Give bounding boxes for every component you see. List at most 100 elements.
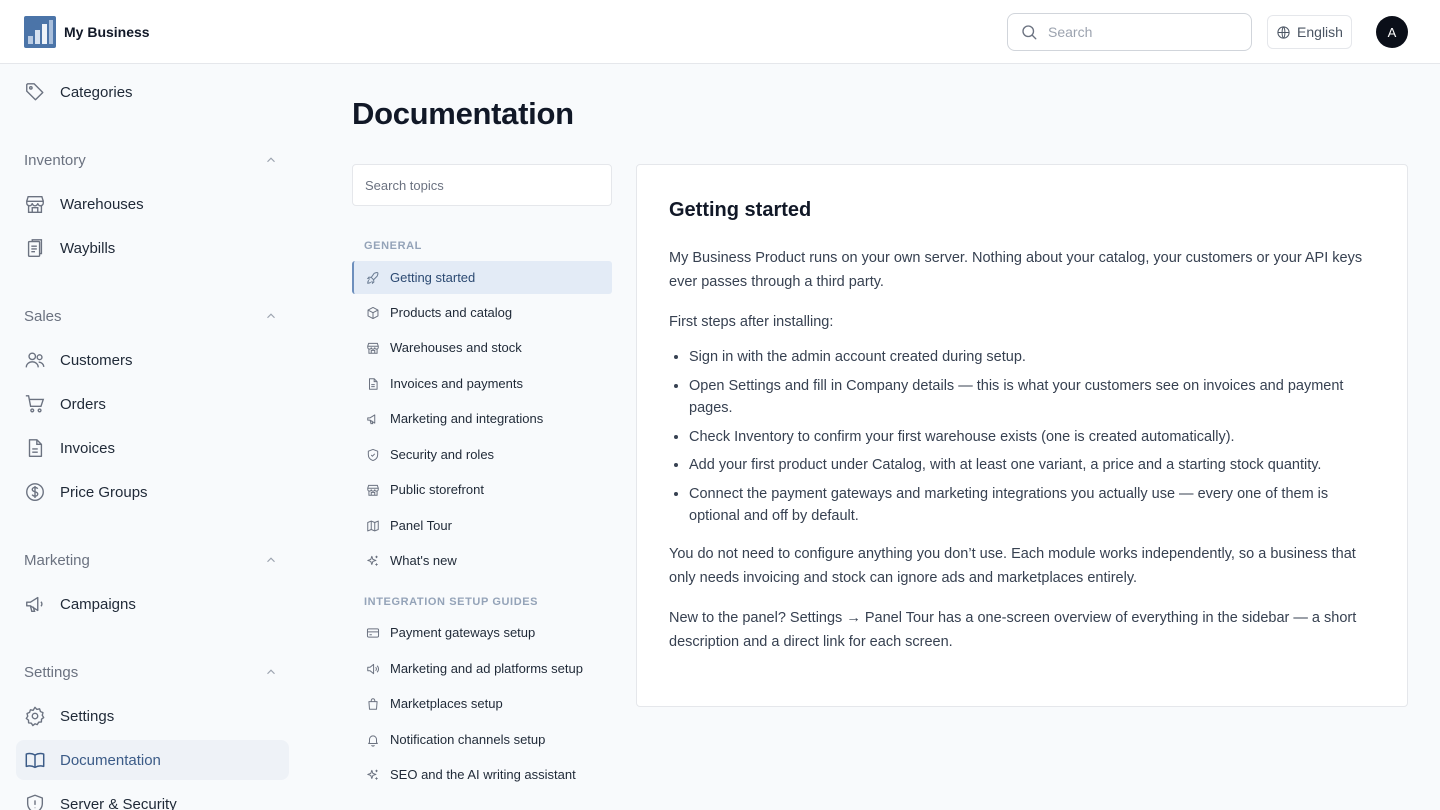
sidebar-group-settings[interactable]: Settings bbox=[24, 660, 278, 684]
article-steps-heading: First steps after installing: bbox=[669, 314, 834, 330]
sidebar-item-label: Orders bbox=[60, 395, 106, 413]
topic-label: Getting started bbox=[390, 270, 476, 285]
documents-icon bbox=[27, 239, 43, 257]
topic-notification-channels-setup[interactable]: Notification channels setup bbox=[352, 723, 612, 756]
dollar-circle-icon bbox=[26, 483, 44, 501]
steps-list: Sign in with the admin account created d… bbox=[689, 346, 1375, 528]
topic-whats-new[interactable]: What's new bbox=[352, 544, 612, 577]
article-paragraph: New to the panel? Settings → Panel Tour … bbox=[669, 609, 1357, 650]
sidebar-item-invoices[interactable]: Invoices bbox=[16, 428, 289, 468]
sidebar-item-label: Campaigns bbox=[60, 595, 136, 613]
warehouse-icon bbox=[26, 195, 44, 213]
sidebar-item-label: Customers bbox=[60, 351, 133, 369]
topic-label: Marketing and integrations bbox=[390, 411, 544, 426]
sidebar-item-label: Price Groups bbox=[60, 483, 148, 501]
topic-payment-gateways-setup[interactable]: Payment gateways setup bbox=[352, 616, 612, 649]
chevron-up-icon bbox=[267, 157, 275, 163]
sidebar-item-settings[interactable]: Settings bbox=[16, 696, 289, 736]
group-label: Inventory bbox=[24, 151, 86, 169]
article-title: Getting started bbox=[669, 199, 812, 221]
topic-label: Warehouses and stock bbox=[390, 340, 522, 355]
list-item: Connect the payment gateways and marketi… bbox=[689, 483, 1375, 528]
gear-icon bbox=[25, 706, 45, 727]
topic-search[interactable] bbox=[352, 164, 612, 206]
topic-marketing-ad-platforms-setup[interactable]: Marketing and ad platforms setup bbox=[352, 652, 612, 685]
sidebar-item-categories[interactable]: Categories bbox=[16, 72, 289, 112]
avatar[interactable]: A bbox=[1376, 16, 1408, 48]
warehouse-icon bbox=[367, 342, 379, 354]
language-selector[interactable]: English bbox=[1267, 15, 1352, 49]
section-label-integration-guides: INTEGRATION SETUP GUIDES bbox=[364, 596, 539, 608]
sidebar-item-campaigns[interactable]: Campaigns bbox=[16, 584, 289, 624]
avatar-initial: A bbox=[1387, 24, 1397, 40]
topic-label: What's new bbox=[390, 553, 457, 568]
article-paragraph: You do not need to configure anything yo… bbox=[669, 545, 1356, 586]
sidebar-item-label: Categories bbox=[60, 83, 133, 101]
tag-icon bbox=[26, 83, 44, 101]
book-icon bbox=[25, 752, 45, 769]
topic-public-storefront[interactable]: Public storefront bbox=[352, 473, 612, 506]
topic-seo-ai-assistant[interactable]: SEO and the AI writing assistant bbox=[352, 758, 612, 791]
topic-panel-tour[interactable]: Panel Tour bbox=[352, 509, 612, 542]
topic-label: Public storefront bbox=[390, 482, 484, 497]
article-intro: My Business Product runs on your own ser… bbox=[669, 250, 1363, 290]
sidebar-item-server-security[interactable]: Server & Security bbox=[16, 784, 289, 810]
sidebar-item-label: Settings bbox=[60, 707, 115, 725]
sidebar-item-price-groups[interactable]: Price Groups bbox=[16, 472, 289, 512]
topic-getting-started[interactable]: Getting started bbox=[352, 261, 612, 294]
sidebar-item-warehouses[interactable]: Warehouses bbox=[16, 184, 289, 224]
brand[interactable]: My Business bbox=[24, 16, 150, 48]
topic-warehouses-and-stock[interactable]: Warehouses and stock bbox=[352, 331, 612, 364]
speaker-icon bbox=[367, 663, 379, 674]
topic-label: SEO and the AI writing assistant bbox=[390, 767, 576, 782]
topic-invoices-and-payments[interactable]: Invoices and payments bbox=[352, 367, 612, 400]
list-item: Check Inventory to confirm your first wa… bbox=[689, 426, 1375, 449]
group-label: Settings bbox=[24, 663, 79, 681]
topic-label: Marketplaces setup bbox=[390, 696, 503, 711]
chevron-up-icon bbox=[267, 313, 275, 319]
topic-label: Security and roles bbox=[390, 447, 495, 462]
topic-marketing-and-integrations[interactable]: Marketing and integrations bbox=[352, 402, 612, 435]
chevron-up-icon bbox=[267, 557, 275, 563]
sidebar-group-marketing[interactable]: Marketing bbox=[24, 548, 278, 572]
megaphone-icon bbox=[367, 413, 376, 424]
article-card: Getting started My Business Product runs… bbox=[636, 164, 1408, 707]
list-item: Add your first product under Catalog, wi… bbox=[689, 454, 1375, 477]
shield-icon bbox=[367, 448, 379, 461]
sparkles-icon bbox=[367, 769, 378, 780]
topic-label: Products and catalog bbox=[390, 305, 513, 320]
shield-alert-icon bbox=[26, 794, 44, 810]
topic-label: Panel Tour bbox=[390, 518, 452, 533]
search-input[interactable] bbox=[1048, 24, 1228, 40]
topic-marketplaces-setup[interactable]: Marketplaces setup bbox=[352, 687, 612, 720]
global-search[interactable] bbox=[1007, 13, 1252, 51]
topic-products-and-catalog[interactable]: Products and catalog bbox=[352, 296, 612, 329]
megaphone-icon bbox=[26, 596, 43, 613]
file-icon bbox=[28, 439, 43, 457]
brand-logo-icon bbox=[24, 16, 56, 48]
sidebar-item-customers[interactable]: Customers bbox=[16, 340, 289, 380]
page-title: Documentation bbox=[352, 96, 574, 131]
sidebar-item-documentation[interactable]: Documentation bbox=[16, 740, 289, 780]
bell-icon bbox=[368, 734, 378, 747]
sidebar-group-inventory[interactable]: Inventory bbox=[24, 148, 278, 172]
list-item: Sign in with the admin account created d… bbox=[689, 346, 1375, 369]
sidebar-item-orders[interactable]: Orders bbox=[16, 384, 289, 424]
rocket-icon bbox=[366, 271, 379, 284]
language-label: English bbox=[1297, 24, 1343, 40]
topic-security-and-roles[interactable]: Security and roles bbox=[352, 438, 612, 471]
topic-label: Payment gateways setup bbox=[390, 625, 536, 640]
sparkles-icon bbox=[367, 555, 378, 566]
box-icon bbox=[367, 306, 379, 319]
topic-search-input[interactable] bbox=[365, 177, 599, 193]
topic-label: Notification channels setup bbox=[390, 732, 546, 747]
sidebar-item-label: Waybills bbox=[60, 239, 116, 257]
cart-icon bbox=[25, 395, 45, 413]
sidebar-item-label: Invoices bbox=[60, 439, 116, 457]
topic-label: Marketing and ad platforms setup bbox=[390, 661, 583, 676]
sidebar-item-label: Warehouses bbox=[60, 195, 144, 213]
sidebar-group-sales[interactable]: Sales bbox=[24, 304, 278, 328]
file-icon bbox=[369, 377, 378, 390]
brand-name: My Business bbox=[64, 24, 150, 40]
sidebar-item-waybills[interactable]: Waybills bbox=[16, 228, 289, 268]
